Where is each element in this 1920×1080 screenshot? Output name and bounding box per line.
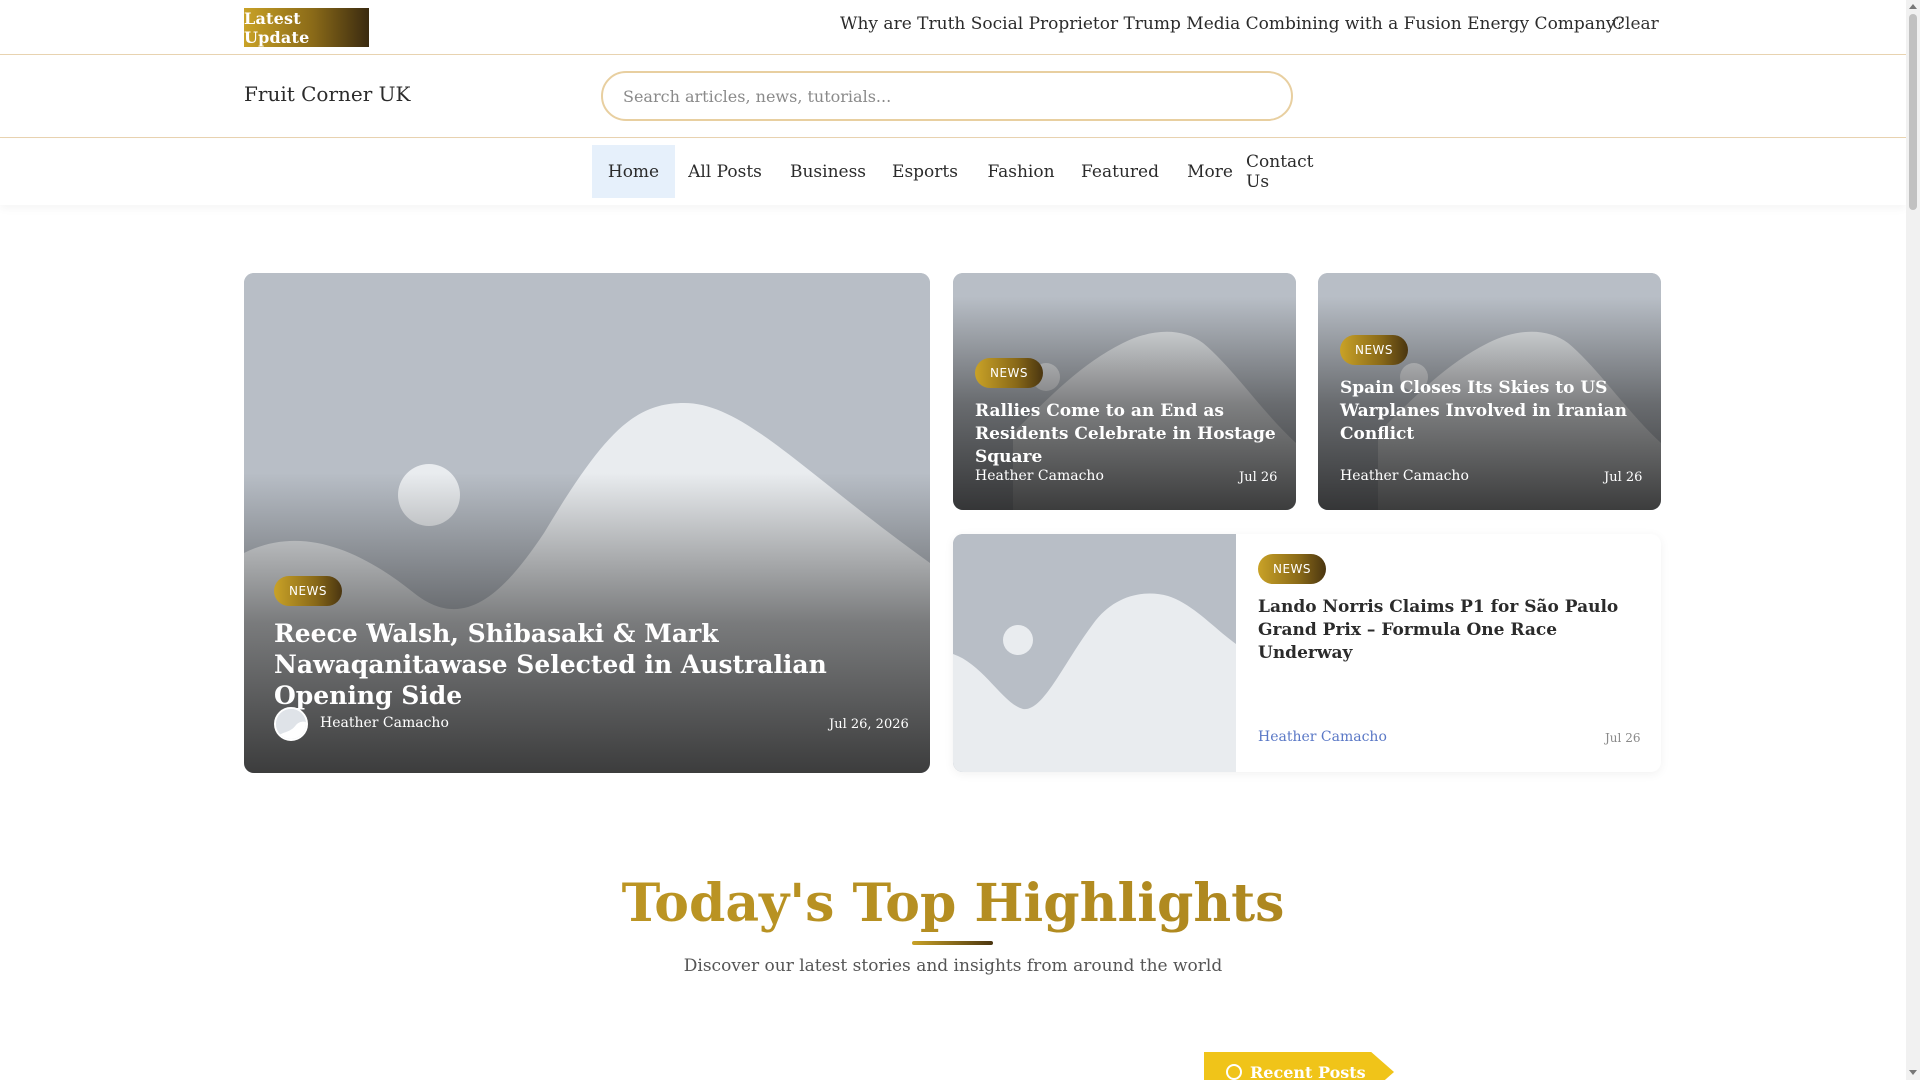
article-date: Jul 26, 2026 — [829, 717, 909, 732]
article-author[interactable]: Heather Camacho — [320, 715, 449, 731]
article-date: Jul 26 — [1239, 470, 1278, 485]
article-title[interactable]: Rallies Come to an End as Residents Cele… — [975, 400, 1285, 469]
page-scrollbar[interactable] — [1906, 0, 1920, 1080]
latest-update-badge: Latest Update — [244, 8, 369, 47]
article-card[interactable]: NEWS Spain Closes Its Skies to US Warpla… — [1318, 273, 1661, 510]
site-header: Fruit Corner UK — [0, 56, 1906, 138]
article-author[interactable]: Heather Camacho — [1340, 468, 1469, 484]
nav-item-more[interactable]: More — [1186, 145, 1234, 198]
article-thumbnail[interactable] — [953, 534, 1236, 772]
ticker-bar: Latest Update Why are Truth Social Propr… — [0, 0, 1906, 55]
category-badge[interactable]: NEWS — [975, 358, 1044, 388]
main-nav: Home All Posts Business Esports Fashion … — [0, 139, 1906, 205]
placeholder-image-icon — [953, 534, 1236, 772]
category-badge[interactable]: NEWS — [274, 576, 343, 606]
nav-item-home[interactable]: Home — [592, 145, 675, 198]
article-author[interactable]: Heather Camacho — [1258, 729, 1387, 745]
nav-item-featured[interactable]: Featured — [1081, 145, 1159, 198]
section-underline — [912, 941, 993, 945]
section-title: Today's Top Highlights — [0, 873, 1906, 934]
article-title[interactable]: Lando Norris Claims P1 for São Paulo Gra… — [1258, 596, 1638, 665]
recent-posts-tab[interactable]: Recent Posts — [1204, 1052, 1394, 1080]
article-date: Jul 26 — [1605, 731, 1641, 745]
article-card[interactable]: NEWS Rallies Come to an End as Residents… — [953, 273, 1296, 510]
scrollbar-thumb[interactable] — [1909, 14, 1917, 210]
author-avatar — [274, 707, 308, 741]
article-card-horizontal[interactable]: NEWS Lando Norris Claims P1 for São Paul… — [953, 534, 1661, 772]
article-title[interactable]: Reece Walsh, Shibasaki & Mark Nawaqanita… — [274, 618, 894, 711]
section-subtitle: Discover our latest stories and insights… — [683, 956, 1223, 976]
nav-item-esports[interactable]: Esports — [891, 145, 959, 198]
nav-item-business[interactable]: Business — [784, 145, 872, 198]
site-title[interactable]: Fruit Corner UK — [244, 82, 410, 106]
nav-item-contact-us[interactable]: Contact Us — [1246, 145, 1326, 198]
article-date: Jul 26 — [1604, 470, 1643, 485]
scroll-up-icon[interactable] — [1909, 4, 1917, 9]
article-author[interactable]: Heather Camacho — [975, 468, 1104, 484]
featured-article-card[interactable]: NEWS Reece Walsh, Shibasaki & Mark Nawaq… — [244, 273, 930, 773]
nav-item-all-posts[interactable]: All Posts — [684, 145, 766, 198]
category-badge[interactable]: NEWS — [1258, 554, 1327, 584]
clear-button[interactable]: Clear — [1612, 14, 1659, 34]
recent-posts-label: Recent Posts — [1250, 1062, 1366, 1080]
search-input[interactable] — [601, 71, 1293, 121]
clock-icon — [1226, 1064, 1242, 1080]
scroll-down-icon[interactable] — [1909, 1070, 1917, 1075]
ticker-headline[interactable]: Why are Truth Social Proprietor Trump Me… — [840, 14, 1625, 34]
category-badge[interactable]: NEWS — [1340, 335, 1409, 365]
nav-item-fashion[interactable]: Fashion — [987, 145, 1054, 198]
article-title[interactable]: Spain Closes Its Skies to US Warplanes I… — [1340, 377, 1640, 446]
